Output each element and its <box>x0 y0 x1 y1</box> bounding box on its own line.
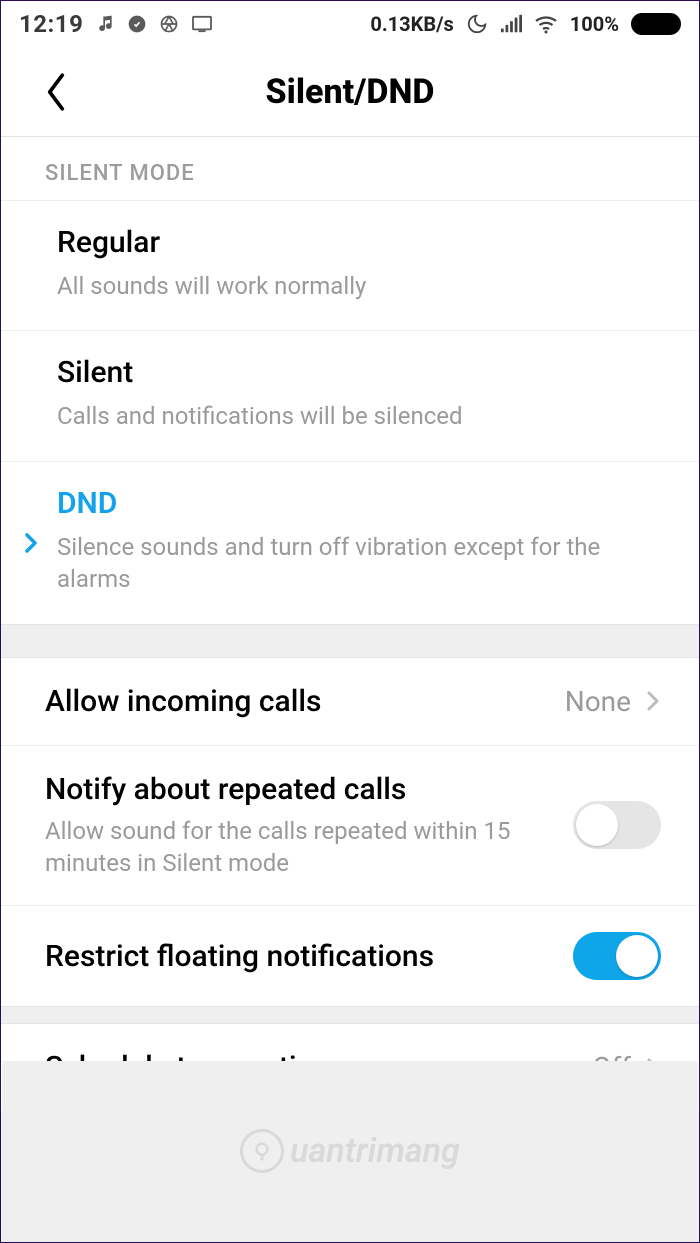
ftp-icon <box>191 15 213 33</box>
page-title: Silent/DND <box>266 72 435 112</box>
watermark-text: uantrimang <box>290 1131 460 1171</box>
section-gap <box>1 624 699 658</box>
toggle-restrict-floating[interactable] <box>573 932 661 980</box>
silent-mode-group: Regular All sounds will work normally Si… <box>1 201 699 624</box>
music-icon <box>95 14 115 34</box>
section-label-silent-mode: SILENT MODE <box>1 137 699 201</box>
watermark-bulb-icon <box>240 1129 284 1173</box>
statusbar-battery-pct: 100% <box>570 12 619 36</box>
setting-desc: Allow sound for the calls repeated withi… <box>45 815 557 880</box>
statusbar-kbs: 0.13KB/s <box>370 12 453 36</box>
statusbar-right: 0.13KB/s 100% <box>370 12 681 36</box>
setting-title: Schedule turn on time <box>45 1050 576 1085</box>
setting-allow-incoming-calls[interactable]: Allow incoming calls None <box>1 658 699 746</box>
silent-mode-option-dnd[interactable]: DND Silence sounds and turn off vibratio… <box>1 462 699 624</box>
statusbar-time: 12:19 <box>19 10 83 38</box>
silent-mode-option-regular[interactable]: Regular All sounds will work normally <box>1 201 699 331</box>
option-desc: Calls and notifications will be silenced <box>57 400 655 432</box>
schedule-group: Schedule turn on time Off <box>1 1024 699 1111</box>
chevron-right-icon <box>645 687 661 715</box>
check-circle-icon <box>127 14 147 34</box>
setting-restrict-floating[interactable]: Restrict floating notifications <box>1 906 699 1006</box>
watermark: uantrimang <box>240 1129 460 1173</box>
toggle-notify-repeated[interactable] <box>573 801 661 849</box>
setting-value: Off <box>592 1051 631 1084</box>
option-desc: Silence sounds and turn off vibration ex… <box>57 531 655 596</box>
setting-value: None <box>565 685 631 718</box>
option-title: Regular <box>57 225 655 260</box>
battery-icon <box>631 13 681 35</box>
chevron-right-icon <box>645 1054 661 1082</box>
setting-schedule-turn-on[interactable]: Schedule turn on time Off <box>1 1024 699 1111</box>
option-title: DND <box>57 486 655 521</box>
dnd-settings-group: Allow incoming calls None Notify about r… <box>1 658 699 1007</box>
selected-indicator-icon <box>23 529 39 557</box>
header: Silent/DND <box>1 47 699 137</box>
section-gap <box>1 1006 699 1024</box>
setting-title: Restrict floating notifications <box>45 939 557 974</box>
statusbar: 12:19 0.13KB/s 100% <box>1 1 699 47</box>
setting-notify-repeated-calls[interactable]: Notify about repeated calls Allow sound … <box>1 746 699 907</box>
aperture-icon <box>159 14 179 34</box>
setting-title: Allow incoming calls <box>45 684 549 719</box>
silent-mode-option-silent[interactable]: Silent Calls and notifications will be s… <box>1 331 699 461</box>
statusbar-left: 12:19 <box>19 10 213 38</box>
signal-icon <box>500 14 522 34</box>
option-title: Silent <box>57 355 655 390</box>
moon-icon <box>466 13 488 35</box>
back-button[interactable] <box>43 71 69 113</box>
option-desc: All sounds will work normally <box>57 270 655 302</box>
setting-title: Notify about repeated calls <box>45 772 557 807</box>
wifi-icon <box>534 14 558 34</box>
